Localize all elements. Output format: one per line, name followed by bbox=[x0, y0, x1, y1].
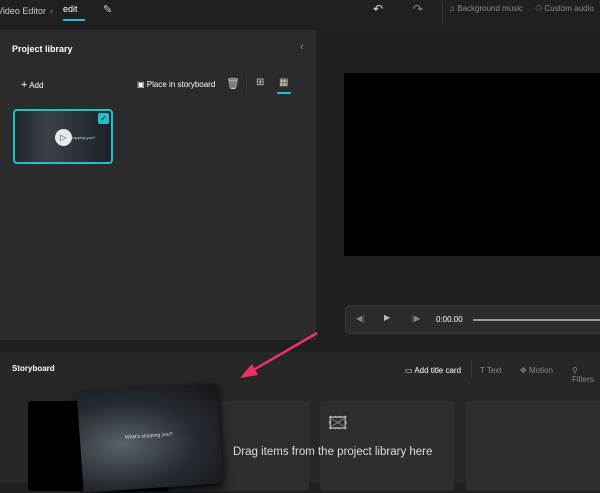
arrow-line bbox=[249, 331, 318, 374]
arrow-head bbox=[240, 364, 258, 378]
annotation-arrow bbox=[240, 331, 318, 378]
